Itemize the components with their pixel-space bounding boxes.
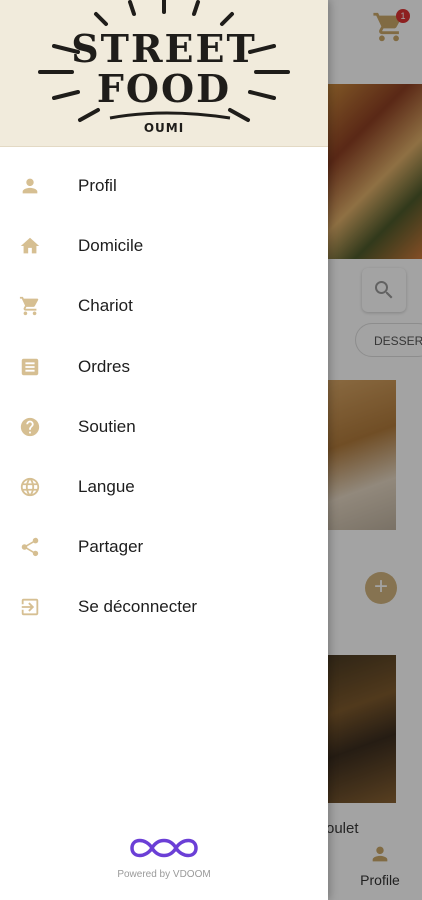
- vdoom-logo-icon: [130, 838, 198, 858]
- person-icon: [18, 174, 42, 198]
- navigation-drawer: STREET FOOD OUMI Profil Domicile Chariot: [0, 0, 328, 900]
- menu-item-langue[interactable]: Langue: [0, 457, 328, 517]
- share-icon: [18, 535, 42, 559]
- logo-text-food: FOOD: [96, 66, 232, 111]
- menu-item-label: Chariot: [78, 296, 133, 316]
- home-icon: [18, 234, 42, 258]
- menu-item-profil[interactable]: Profil: [0, 156, 328, 216]
- drawer-menu: Profil Domicile Chariot Ordres Soutien L…: [0, 156, 328, 638]
- menu-item-label: Soutien: [78, 416, 136, 436]
- menu-item-label: Profil: [78, 176, 117, 196]
- logo-text-street: STREET: [71, 26, 257, 71]
- drawer-header: STREET FOOD OUMI: [0, 0, 328, 147]
- menu-item-label: Ordres: [78, 356, 130, 376]
- globe-icon: [18, 475, 42, 499]
- help-icon: [18, 415, 42, 439]
- menu-item-ordres[interactable]: Ordres: [0, 337, 328, 397]
- menu-item-chariot[interactable]: Chariot: [0, 276, 328, 336]
- menu-item-soutien[interactable]: Soutien: [0, 397, 328, 457]
- menu-item-domicile[interactable]: Domicile: [0, 216, 328, 276]
- logo-text-oumi: OUMI: [143, 121, 185, 135]
- powered-by: Powered by VDOOM: [98, 832, 230, 880]
- menu-item-logout[interactable]: Se déconnecter: [0, 577, 328, 637]
- logout-icon: [18, 595, 42, 619]
- powered-by-label: Powered by VDOOM: [117, 869, 211, 880]
- menu-item-label: Partager: [78, 537, 144, 557]
- menu-item-label: Se déconnecter: [78, 597, 198, 617]
- cart-icon: [18, 294, 42, 318]
- menu-item-label: Langue: [78, 477, 135, 497]
- menu-item-partager[interactable]: Partager: [0, 517, 328, 577]
- list-icon: [18, 355, 42, 379]
- menu-item-label: Domicile: [78, 236, 144, 256]
- street-food-logo: STREET FOOD OUMI: [34, 0, 294, 140]
